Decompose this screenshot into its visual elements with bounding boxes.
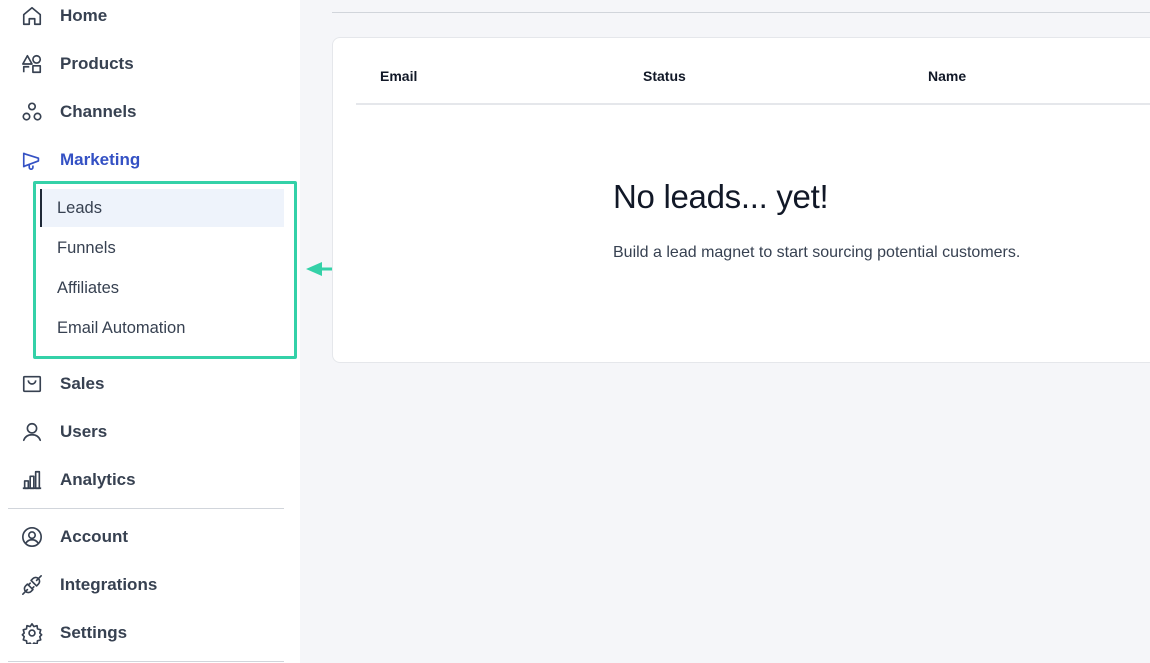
sidebar-item-account[interactable]: Account [0,515,300,559]
sidebar-item-label: Analytics [60,470,136,489]
sidebar-item-label: Account [60,527,128,546]
submenu-item-label: Email Automation [57,318,186,337]
sidebar-item-marketing[interactable]: Marketing [0,138,300,182]
sidebar-item-label: Products [60,54,134,73]
bar-chart-icon [20,468,44,492]
account-circle-icon [20,525,44,549]
empty-state-message: Build a lead magnet to start sourcing po… [613,244,1021,261]
home-icon [20,4,44,28]
plug-icon [20,573,44,597]
sidebar-item-users[interactable]: Users [0,410,300,454]
shopping-bag-icon [20,372,44,396]
sidebar-item-settings[interactable]: Settings [0,611,300,655]
sidebar-item-label: Marketing [60,150,141,169]
sidebar-item-label: Users [60,422,108,441]
empty-state-title: No leads... yet! [613,178,829,215]
sidebar-divider [8,661,284,662]
sidebar-item-home[interactable]: Home [0,0,300,38]
sidebar-item-products[interactable]: Products [0,42,300,86]
submenu-item-affiliates[interactable]: Affiliates [40,269,284,307]
sidebar-item-integrations[interactable]: Integrations [0,563,300,607]
submenu-item-label: Funnels [57,238,116,257]
submenu-item-leads[interactable]: Leads [40,189,284,227]
sidebar-item-label: Home [60,6,108,25]
megaphone-icon [20,148,44,172]
user-icon [20,420,44,444]
sidebar-item-label: Channels [60,102,137,121]
page-top-divider [332,12,1150,13]
submenu-item-funnels[interactable]: Funnels [40,229,284,267]
sidebar-item-label: Settings [60,623,128,642]
column-header-name[interactable]: Name [928,68,966,84]
sidebar-item-analytics[interactable]: Analytics [0,458,300,502]
gear-icon [20,621,44,645]
products-icon [20,52,44,76]
submenu-item-email-automation[interactable]: Email Automation [40,309,284,347]
table-header-divider [356,103,1150,105]
sidebar-divider [8,508,284,509]
submenu-item-label: Affiliates [57,278,120,297]
submenu-item-label: Leads [57,198,102,217]
sidebar-item-label: Integrations [60,575,158,594]
column-header-status[interactable]: Status [643,68,686,84]
sidebar-item-channels[interactable]: Channels [0,90,300,134]
sidebar-item-sales[interactable]: Sales [0,362,300,406]
column-header-email[interactable]: Email [380,68,417,84]
channels-icon [20,100,44,124]
leads-table-card: Email Status Name No leads... yet! Build… [332,37,1150,363]
sidebar-item-label: Sales [60,374,105,393]
sidebar: Home Products Channels Marketing Leads F… [0,0,300,663]
